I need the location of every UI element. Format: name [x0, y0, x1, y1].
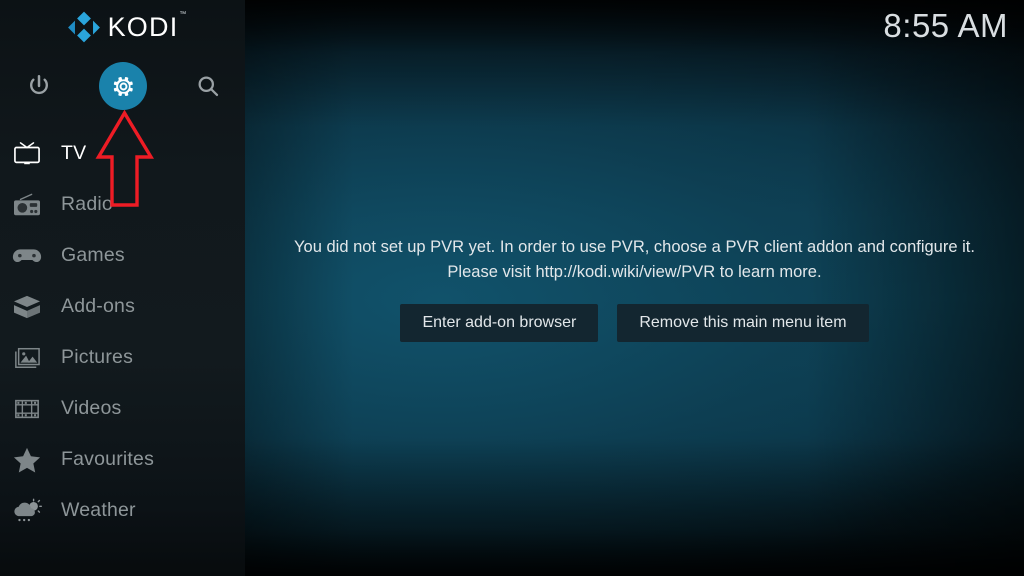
app-logo-text: KODI ™: [107, 10, 188, 42]
sidebar-item-favourites[interactable]: Favourites: [0, 434, 245, 485]
sidebar-item-label: TV: [61, 142, 87, 164]
sidebar-item-videos[interactable]: Videos: [0, 383, 245, 434]
radio-icon: [8, 190, 46, 220]
film-strip-icon: [8, 394, 46, 424]
clock: 8:55 AM: [883, 7, 1008, 44]
tv-icon: [8, 139, 46, 169]
cloud-sun-rain-icon: [8, 496, 46, 526]
pvr-action-buttons: Enter add-on browser Remove this main me…: [400, 303, 869, 342]
sidebar-item-games[interactable]: Games: [0, 230, 245, 281]
sidebar-item-weather[interactable]: Weather: [0, 485, 245, 536]
sidebar-item-pictures[interactable]: Pictures: [0, 332, 245, 383]
power-icon: [30, 75, 48, 95]
settings-button[interactable]: [97, 60, 149, 112]
remove-main-menu-item-button[interactable]: Remove this main menu item: [617, 303, 869, 342]
sidebar-item-tv[interactable]: TV: [0, 128, 245, 179]
sidebar-item-label: Games: [61, 244, 125, 266]
top-icon-row: [0, 60, 245, 112]
pictures-icon: [8, 343, 46, 373]
search-button[interactable]: [182, 60, 234, 112]
sidebar-item-label: Favourites: [61, 448, 155, 470]
main-menu: TV Radio Games Add-ons Pictures Videos F…: [0, 128, 245, 536]
sidebar-item-label: Pictures: [61, 346, 134, 368]
open-box-icon: [8, 292, 46, 322]
sidebar-item-label: Videos: [61, 397, 122, 419]
main-content: You did not set up PVR yet. In order to …: [245, 0, 1024, 576]
pvr-message-line-2: Please visit http://kodi.wiki/view/PVR t…: [447, 262, 822, 281]
settings-button-circle: [99, 62, 147, 110]
sidebar-item-radio[interactable]: Radio: [0, 179, 245, 230]
gear-icon: [113, 76, 133, 96]
search-icon: [198, 76, 219, 97]
sidebar-item-label: Radio: [61, 193, 113, 215]
pvr-setup-message: You did not set up PVR yet. In order to …: [265, 235, 1005, 285]
sidebar-item-label: Weather: [61, 499, 136, 521]
kodi-home-screen: 8:55 AM KODI ™ TV Radio Games Add-ons Pi…: [0, 0, 1024, 576]
power-button[interactable]: [13, 60, 65, 112]
sidebar: KODI ™ TV Radio Games Add-ons Pictures V…: [0, 0, 245, 576]
pvr-message-line-1: You did not set up PVR yet. In order to …: [294, 237, 975, 256]
enter-addon-browser-button[interactable]: Enter add-on browser: [400, 303, 599, 342]
gamepad-icon: [8, 241, 46, 271]
star-icon: [8, 445, 46, 475]
sidebar-item-label: Add-ons: [61, 295, 136, 317]
trademark-symbol: ™: [179, 10, 188, 18]
kodi-logo-icon: [67, 11, 100, 43]
app-logo: KODI ™: [0, 6, 245, 48]
sidebar-item-add-ons[interactable]: Add-ons: [0, 281, 245, 332]
